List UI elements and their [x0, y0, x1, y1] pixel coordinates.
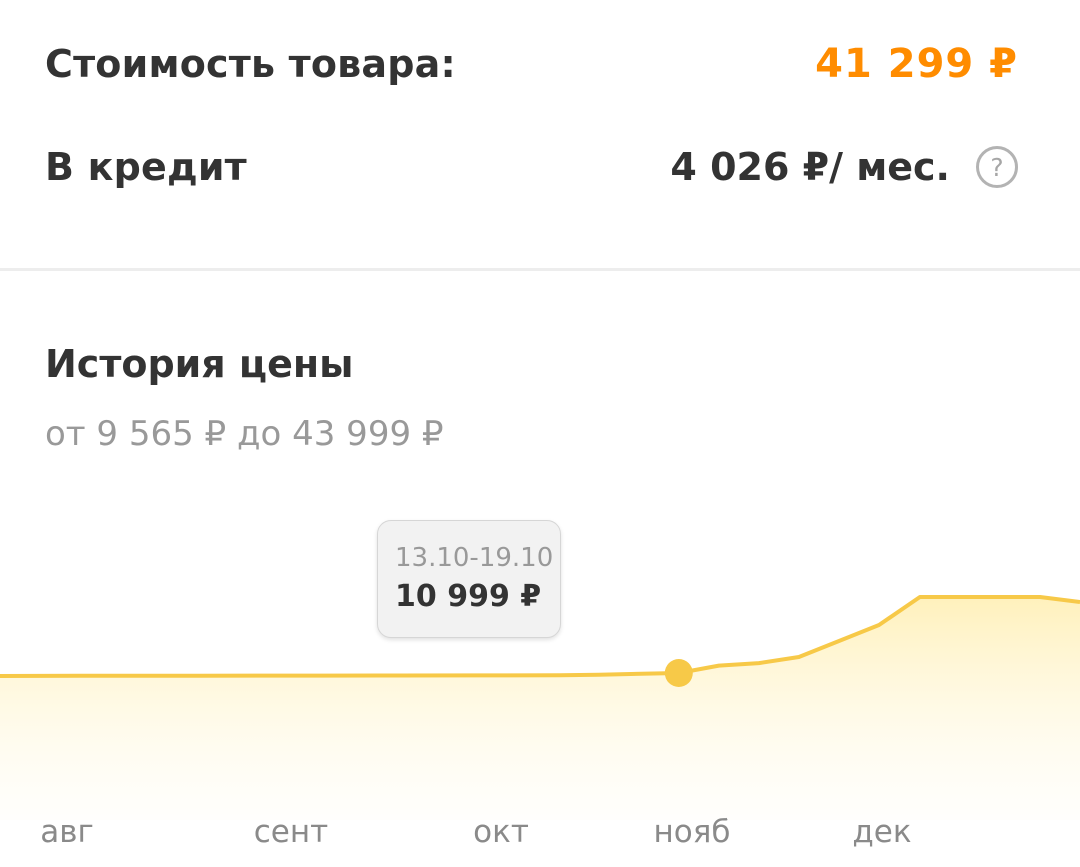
section-divider [0, 268, 1080, 271]
credit-row: В кредит 4 026 ₽/ мес. ? [45, 138, 1018, 196]
month-label: нояб [653, 814, 730, 850]
product-cost-row: Стоимость товара: 41 299 ₽ [45, 36, 1018, 92]
price-history-title: История цены [45, 342, 354, 386]
month-label: сент [254, 814, 328, 850]
price-history-range: от 9 565 ₽ до 43 999 ₽ [45, 414, 444, 454]
product-cost-value: 41 299 ₽ [815, 41, 1018, 87]
product-cost-label: Стоимость товара: [45, 42, 456, 86]
price-tooltip: 13.10-19.10 10 999 ₽ [377, 520, 561, 638]
tooltip-price: 10 999 ₽ [395, 579, 542, 614]
question-circle-icon[interactable]: ? [976, 146, 1018, 188]
credit-info: 4 026 ₽/ мес. ? [670, 145, 1018, 189]
selected-price-point[interactable] [664, 659, 693, 687]
month-label: окт [473, 814, 529, 850]
tooltip-period: 13.10-19.10 [395, 543, 554, 573]
credit-value: 4 026 ₽/ мес. [670, 145, 950, 189]
month-label: дек [852, 814, 911, 850]
credit-label: В кредит [45, 145, 247, 189]
month-label: авг [40, 814, 94, 850]
